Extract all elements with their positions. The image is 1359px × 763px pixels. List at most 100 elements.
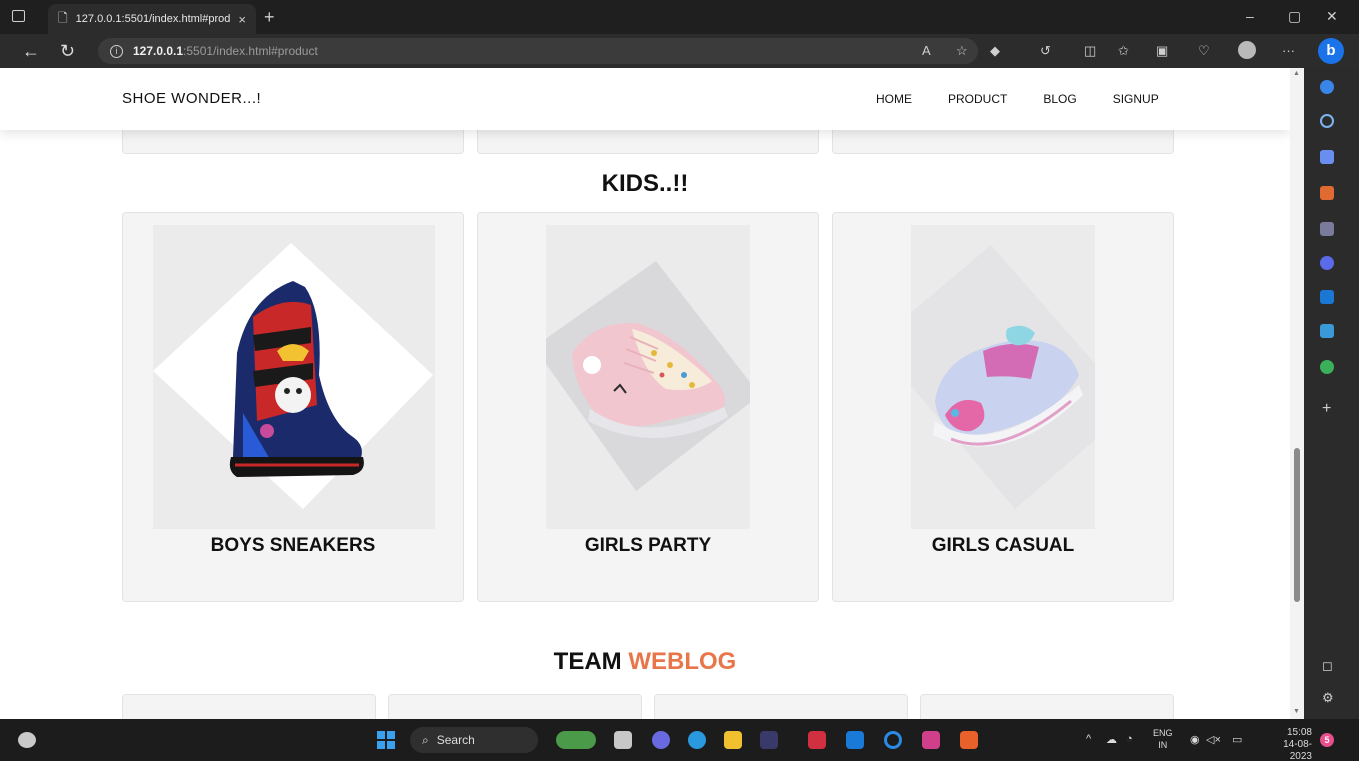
extension-icon[interactable]: ◆ <box>990 43 1000 59</box>
nav-links: HOME PRODUCT BLOG SIGNUP <box>876 92 1159 106</box>
copilot-icon[interactable] <box>1320 256 1334 270</box>
system-clock[interactable]: 15:08 14-08-2023 <box>1262 727 1312 763</box>
page-icon: 🗋 <box>58 10 68 25</box>
windows-taskbar: ⌕ Search ^ ☁ ◔ ENG IN ◉ ◁× ▭ 15:08 14-08… <box>0 719 1359 763</box>
back-arrow-icon[interactable]: ← <box>22 41 40 62</box>
boys-sneaker-image <box>153 225 435 529</box>
tree-icon[interactable] <box>1320 360 1334 374</box>
network-icon[interactable]: ◔ <box>1126 733 1133 745</box>
weather-icon[interactable] <box>18 732 36 748</box>
refresh-extension-icon[interactable]: ↺ <box>1040 43 1051 59</box>
address-bar-row: ← ↻ i 127.0.0.1:5501/index.html#product … <box>0 34 1359 68</box>
read-aloud-icon[interactable]: A <box>922 43 931 58</box>
nav-home-link[interactable]: HOME <box>876 92 912 106</box>
tools-briefcase-icon[interactable] <box>1320 186 1334 200</box>
team-section-title: TEAM WEBLOG <box>0 648 1290 676</box>
nav-blog-link[interactable]: BLOG <box>1043 92 1076 106</box>
nav-signup-link[interactable]: SIGNUP <box>1113 92 1159 106</box>
sidebar-layout-icon[interactable]: ◻ <box>1322 658 1333 674</box>
brave-browser-icon[interactable] <box>960 731 978 749</box>
close-tab-icon[interactable]: × <box>238 12 246 27</box>
girls-party-shoe-image <box>546 225 750 529</box>
scroll-down-arrow-icon[interactable]: ▼ <box>1293 708 1300 715</box>
store-icon[interactable] <box>760 731 778 749</box>
more-options-icon[interactable]: ··· <box>1282 43 1295 58</box>
girls-casual-shoe-image <box>911 225 1095 529</box>
browser-tab-bar: 🗋 127.0.0.1:5501/index.html#produ × + – … <box>0 0 1359 34</box>
maximize-button[interactable]: ▢ <box>1288 8 1301 25</box>
web-page: SHOE WONDER...! HOME PRODUCT BLOG SIGNUP… <box>0 68 1290 719</box>
instagram-icon[interactable] <box>922 731 940 749</box>
nav-product-link[interactable]: PRODUCT <box>948 92 1007 106</box>
boys-sneaker-icon <box>153 243 433 509</box>
region-code: IN <box>1158 740 1168 750</box>
health-icon[interactable]: ♡ <box>1198 43 1210 59</box>
product-card-boys-sneakers[interactable]: BOYS SNEAKERS <box>122 212 464 602</box>
search-icon[interactable] <box>1320 114 1334 128</box>
clock-time: 15:08 <box>1286 727 1312 738</box>
l-app-icon[interactable] <box>846 731 864 749</box>
team-card <box>388 694 642 719</box>
profile-avatar[interactable] <box>1238 41 1256 59</box>
collections-icon[interactable]: ▣ <box>1156 43 1168 59</box>
games-icon[interactable] <box>1320 222 1334 236</box>
search-icon: ⌕ <box>422 732 429 747</box>
split-screen-icon[interactable]: ◫ <box>1084 43 1096 59</box>
add-sidebar-app-icon[interactable]: + <box>1322 400 1331 418</box>
language-indicator[interactable]: ENG IN <box>1153 727 1173 751</box>
team-card <box>122 694 376 719</box>
site-info-icon[interactable]: i <box>110 44 123 58</box>
settings-gear-icon[interactable]: ⚙ <box>1322 690 1334 706</box>
favorites-icon[interactable]: ✩ <box>1118 43 1129 59</box>
task-view-icon[interactable] <box>614 731 632 749</box>
team-card <box>654 694 908 719</box>
product-card-title: GIRLS CASUAL <box>931 535 1075 556</box>
scrollbar-thumb[interactable] <box>1294 448 1300 602</box>
favorite-star-icon[interactable]: ☆ <box>956 43 968 59</box>
volume-muted-icon[interactable]: ◁× <box>1206 733 1221 746</box>
outlook-icon[interactable] <box>1320 290 1334 304</box>
cloud-icon[interactable]: ☁ <box>1106 733 1117 746</box>
kids-section-title: KIDS..!! <box>601 170 689 197</box>
wifi-icon[interactable]: ◉ <box>1190 733 1200 746</box>
site-brand[interactable]: SHOE WONDER...! <box>122 90 261 107</box>
team-title-accent: WEBLOG <box>628 648 737 675</box>
new-tab-button[interactable]: + <box>264 7 275 28</box>
tab-title: 127.0.0.1:5501/index.html#produ <box>75 13 231 25</box>
minimize-button[interactable]: – <box>1246 8 1254 24</box>
team-title-main: TEAM <box>553 648 622 675</box>
shopping-tag-icon[interactable] <box>1320 150 1334 164</box>
tab-actions-icon[interactable] <box>12 10 25 22</box>
file-explorer-icon[interactable] <box>724 731 742 749</box>
language-code: ENG <box>1153 728 1173 738</box>
notification-badge[interactable]: 5 <box>1320 733 1334 747</box>
product-card-title: GIRLS PARTY <box>584 535 712 556</box>
site-navbar: SHOE WONDER...! HOME PRODUCT BLOG SIGNUP <box>0 68 1290 130</box>
cortana-icon[interactable] <box>884 731 902 749</box>
url-field[interactable]: i 127.0.0.1:5501/index.html#product <box>98 38 978 64</box>
taskbar-search[interactable]: ⌕ Search <box>410 727 538 753</box>
clock-date: 14-08-2023 <box>1283 739 1312 762</box>
close-window-button[interactable]: ✕ <box>1326 8 1338 25</box>
refresh-icon[interactable]: ↻ <box>60 41 75 62</box>
edge-browser-icon[interactable] <box>688 731 706 749</box>
url-host: 127.0.0.1 <box>133 44 184 58</box>
girls-party-shoe-icon <box>546 261 750 491</box>
page-scrollbar[interactable]: ▲ ▼ <box>1290 68 1304 719</box>
product-card-girls-casual[interactable]: GIRLS CASUAL <box>832 212 1174 602</box>
show-hidden-icons-chevron-icon[interactable]: ^ <box>1086 733 1091 745</box>
battery-icon[interactable]: ▭ <box>1232 733 1242 746</box>
telegram-icon[interactable] <box>1320 324 1334 338</box>
taskbar-search-label: Search <box>436 733 475 747</box>
notification-bell-icon[interactable] <box>1320 80 1334 94</box>
start-button[interactable] <box>377 731 395 749</box>
product-card-girls-party[interactable]: GIRLS PARTY <box>477 212 819 602</box>
url-path: :5501/index.html#product <box>183 44 318 58</box>
chat-icon[interactable] <box>652 731 670 749</box>
widgets-icon[interactable] <box>556 731 596 749</box>
mcafee-icon[interactable] <box>808 731 826 749</box>
team-card <box>920 694 1174 719</box>
bing-copilot-icon[interactable]: b <box>1318 38 1344 64</box>
scroll-up-arrow-icon[interactable]: ▲ <box>1293 70 1300 77</box>
browser-tab[interactable]: 🗋 127.0.0.1:5501/index.html#produ × <box>48 4 256 34</box>
